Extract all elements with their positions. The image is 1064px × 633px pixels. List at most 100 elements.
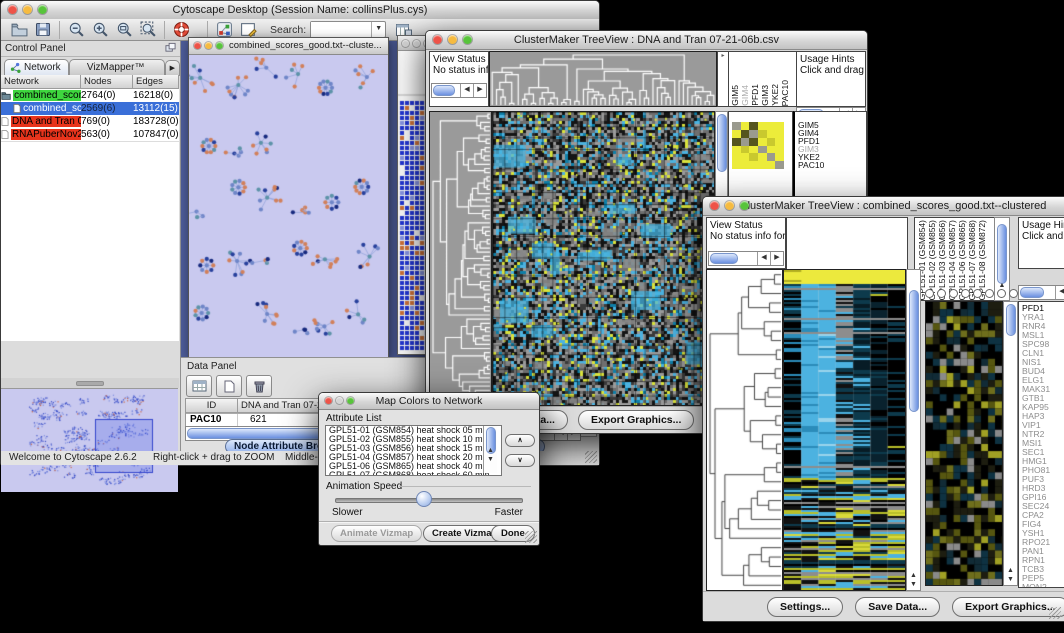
network-row-rnapuber[interactable]: RNAPuberNov2+ 563(0) 107847(0) <box>1 128 179 141</box>
vscroll-thumb[interactable] <box>1006 304 1016 336</box>
float-panel-icon[interactable] <box>165 40 176 58</box>
column-header-network[interactable]: Network <box>1 75 81 89</box>
animation-speed-slider-thumb[interactable] <box>416 491 432 507</box>
move-down-button[interactable]: ∨ <box>505 454 535 467</box>
zoom-button[interactable] <box>740 201 749 210</box>
panel-splitter[interactable] <box>1 378 179 388</box>
search-label: Search: <box>270 24 306 36</box>
tv2-heatmap-vscrollbar[interactable]: ▲ ▼ <box>906 269 921 591</box>
network-overview-canvas[interactable] <box>1 388 178 492</box>
tv2-zoom-detail-canvas[interactable] <box>925 301 1003 586</box>
attribute-list-scrollbar[interactable]: ▲ ▼ <box>483 426 497 473</box>
close-button[interactable] <box>710 201 719 210</box>
tv2-status-scrollbar[interactable]: ◀ ▶ <box>708 251 784 266</box>
search-dropdown-arrow-icon[interactable]: ▼ <box>371 22 385 37</box>
scroll-left-icon[interactable]: ◀ <box>757 252 770 265</box>
scroll-up-icon[interactable]: ▲ <box>907 571 920 580</box>
treeview2-title: ClusterMaker TreeView : combined_scores_… <box>703 197 1064 215</box>
zoom-selected-icon[interactable] <box>136 20 160 40</box>
network-row-combined-scores[interactable]: combined_scores 2764(0) 16218(0) <box>1 89 179 102</box>
treeview1-title-bar[interactable]: ClusterMaker TreeView : DNA and Tran 07-… <box>426 31 867 50</box>
select-attributes-icon[interactable] <box>186 375 212 397</box>
main-title-bar[interactable]: Cytoscape Desktop (Session Name: collins… <box>1 1 599 20</box>
search-input[interactable] <box>311 22 371 37</box>
tv1-view-status-box: View Status No status info for this view <box>429 51 489 107</box>
network-row-dna-tran[interactable]: DNA and Tran 07 769(0) 183728(0) <box>1 115 179 128</box>
scroll-left-icon[interactable]: ◀ <box>460 84 473 97</box>
treeview-button[interactable]: Export Graphics... <box>578 410 694 430</box>
close-button[interactable] <box>8 5 17 14</box>
frame1-minimize-button[interactable] <box>205 42 212 49</box>
tv2-row-dendrogram-canvas[interactable] <box>706 269 783 591</box>
usage-hints-title: Usage Hints <box>797 52 865 65</box>
zoom-button[interactable] <box>347 397 354 404</box>
network-view-canvas[interactable] <box>189 55 386 357</box>
zoom-button[interactable] <box>38 5 47 14</box>
search-combo[interactable]: ▼ <box>310 21 386 38</box>
tv2-detail-vscrollbar[interactable]: ▲ ▼ <box>1003 301 1018 586</box>
scroll-right-icon[interactable]: ▶ <box>770 252 783 265</box>
window-controls[interactable] <box>8 5 47 14</box>
scroll-down-icon[interactable]: ▼ <box>484 455 497 464</box>
frame2-close-button[interactable] <box>402 40 409 47</box>
treeview2-title-bar[interactable]: ClusterMaker TreeView : combined_scores_… <box>703 197 1064 216</box>
tab-vizmapper[interactable]: VizMapper™ <box>69 59 165 75</box>
column-header-edges[interactable]: Edges <box>133 75 179 89</box>
frame1-close-button[interactable] <box>194 42 201 49</box>
tv1-status-scrollbar[interactable]: ◀ ▶ <box>431 83 487 98</box>
close-button[interactable] <box>325 397 332 404</box>
zoom-in-icon[interactable] <box>88 20 112 40</box>
open-session-icon[interactable] <box>7 20 31 40</box>
tab-network[interactable]: Network <box>4 59 69 75</box>
status-zoom-hint: Right-click + drag to ZOOM <box>153 452 274 463</box>
dialog-title-bar[interactable]: Map Colors to Network <box>319 393 539 410</box>
network-row-combined-sco-selected[interactable]: combined_sco 2569(6) 13112(15) <box>1 102 179 115</box>
treeview-button[interactable]: Save Data... <box>855 597 940 617</box>
animate-vizmap-button[interactable]: Animate Vizmap <box>331 525 422 542</box>
minimize-button[interactable] <box>448 35 457 44</box>
close-button[interactable] <box>433 35 442 44</box>
minimize-button[interactable] <box>725 201 734 210</box>
tab-overflow[interactable]: ▶ <box>165 60 180 75</box>
attribute-list[interactable]: GPL51-01 (GSM854) heat shock 05 minGPL51… <box>325 425 502 476</box>
vscroll-thumb[interactable] <box>717 114 727 172</box>
scroll-right-icon[interactable]: ▶ <box>473 84 486 97</box>
zoom-out-icon[interactable] <box>64 20 88 40</box>
usage-hints-title: Usage Hints <box>1019 218 1064 231</box>
tv2-top-dendrogram-area[interactable] <box>786 217 908 271</box>
frame1-zoom-button[interactable] <box>216 42 223 49</box>
vscroll-thumb[interactable] <box>997 224 1007 284</box>
zoom-fit-icon[interactable] <box>112 20 136 40</box>
new-attribute-icon[interactable] <box>216 375 242 397</box>
tv2-heatmap-canvas[interactable] <box>783 269 906 591</box>
tv2-gene-list[interactable]: PFD1YRA1RNR4MSL1SPC98CLN1NIS1BUD4ELG1MAK… <box>1018 301 1064 588</box>
main-resize-grip[interactable] <box>585 451 597 463</box>
zoom-button[interactable] <box>463 35 472 44</box>
tv1-column-dendrogram-canvas[interactable] <box>489 51 717 107</box>
tv1-row-dendrogram-canvas[interactable] <box>429 111 492 406</box>
scroll-left-icon[interactable]: ◀ <box>1055 286 1064 299</box>
delete-attribute-trash-icon[interactable] <box>246 375 272 397</box>
treeview-button[interactable]: Export Graphics... <box>952 597 1064 617</box>
scroll-up-icon[interactable]: ▲ <box>1004 566 1017 575</box>
treeview2-resize-grip[interactable] <box>1049 607 1061 619</box>
scroll-down-icon[interactable]: ▼ <box>907 580 920 589</box>
treeview-button[interactable]: Settings... <box>767 597 843 617</box>
scroll-up-icon[interactable]: ▲ <box>484 446 497 455</box>
network-list-empty-area[interactable] <box>1 141 179 341</box>
frame2-minimize-button[interactable] <box>413 40 420 47</box>
vscroll-thumb[interactable] <box>909 290 919 412</box>
move-up-button[interactable]: ∧ <box>505 434 535 447</box>
column-header-nodes[interactable]: Nodes <box>81 75 133 89</box>
tv1-heatmap-canvas[interactable] <box>492 111 715 406</box>
tv2-usage-scrollbar[interactable]: ◀ ▶ <box>1018 285 1064 300</box>
dialog-resize-grip[interactable] <box>525 531 537 543</box>
minimize-button[interactable] <box>336 397 343 404</box>
scroll-down-icon[interactable]: ▼ <box>1004 575 1017 584</box>
attribute-list-item[interactable]: GPL51-07 (GSM868) heat shock 60 min <box>329 471 501 476</box>
network-frame-1[interactable]: combined_scores_good.txt--cluste... <box>188 37 389 359</box>
save-session-icon[interactable] <box>31 20 55 40</box>
minimize-button[interactable] <box>23 5 32 14</box>
data-column-id[interactable]: ID <box>186 399 238 413</box>
similarity-matrix[interactable] <box>732 122 784 169</box>
